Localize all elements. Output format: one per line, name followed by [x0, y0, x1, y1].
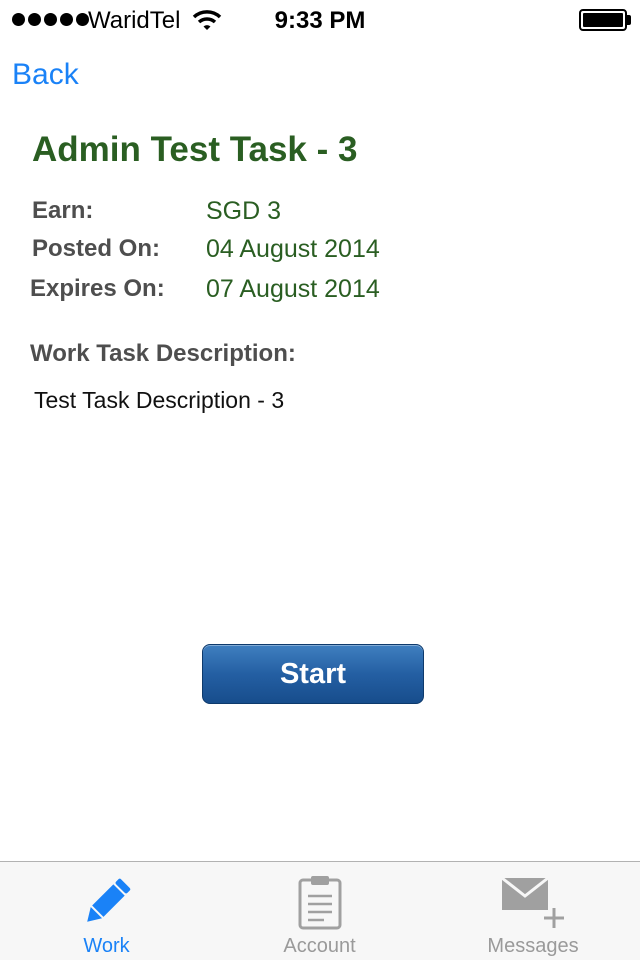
posted-on-label: Posted On:: [32, 235, 161, 262]
tab-label-messages: Messages: [487, 935, 579, 957]
expires-on-value: 07 August 2014: [206, 275, 380, 303]
tab-work[interactable]: Work: [0, 862, 213, 960]
envelope-plus-icon: [500, 874, 566, 935]
tab-messages[interactable]: Messages: [426, 862, 640, 960]
start-button[interactable]: Start: [202, 644, 424, 704]
clipboard-icon: [298, 874, 342, 935]
posted-on-value: 04 August 2014: [206, 235, 380, 263]
status-bar: WaridTel 9:33 PM: [0, 0, 640, 40]
expires-on-label: Expires On:: [30, 275, 165, 302]
tab-bar: Work Account Messages: [0, 861, 640, 960]
description-heading: Work Task Description:: [30, 340, 296, 367]
back-button[interactable]: Back: [12, 58, 79, 92]
earn-value: SGD 3: [206, 197, 282, 225]
tab-label-account: Account: [283, 935, 356, 957]
earn-row: Earn: SGD 3: [0, 197, 640, 233]
description-text: Test Task Description - 3: [34, 387, 285, 413]
pencil-icon: [79, 874, 135, 935]
battery-icon: [579, 9, 627, 31]
status-time: 9:33 PM: [274, 7, 366, 34]
tab-account[interactable]: Account: [213, 862, 426, 960]
battery-tip: [627, 15, 631, 25]
posted-on-row: Posted On: 04 August 2014: [0, 235, 640, 271]
page-title: Admin Test Task - 3: [32, 130, 358, 169]
expires-on-row: Expires On: 07 August 2014: [0, 275, 640, 311]
tab-label-work: Work: [83, 935, 130, 957]
earn-label: Earn:: [32, 197, 94, 224]
